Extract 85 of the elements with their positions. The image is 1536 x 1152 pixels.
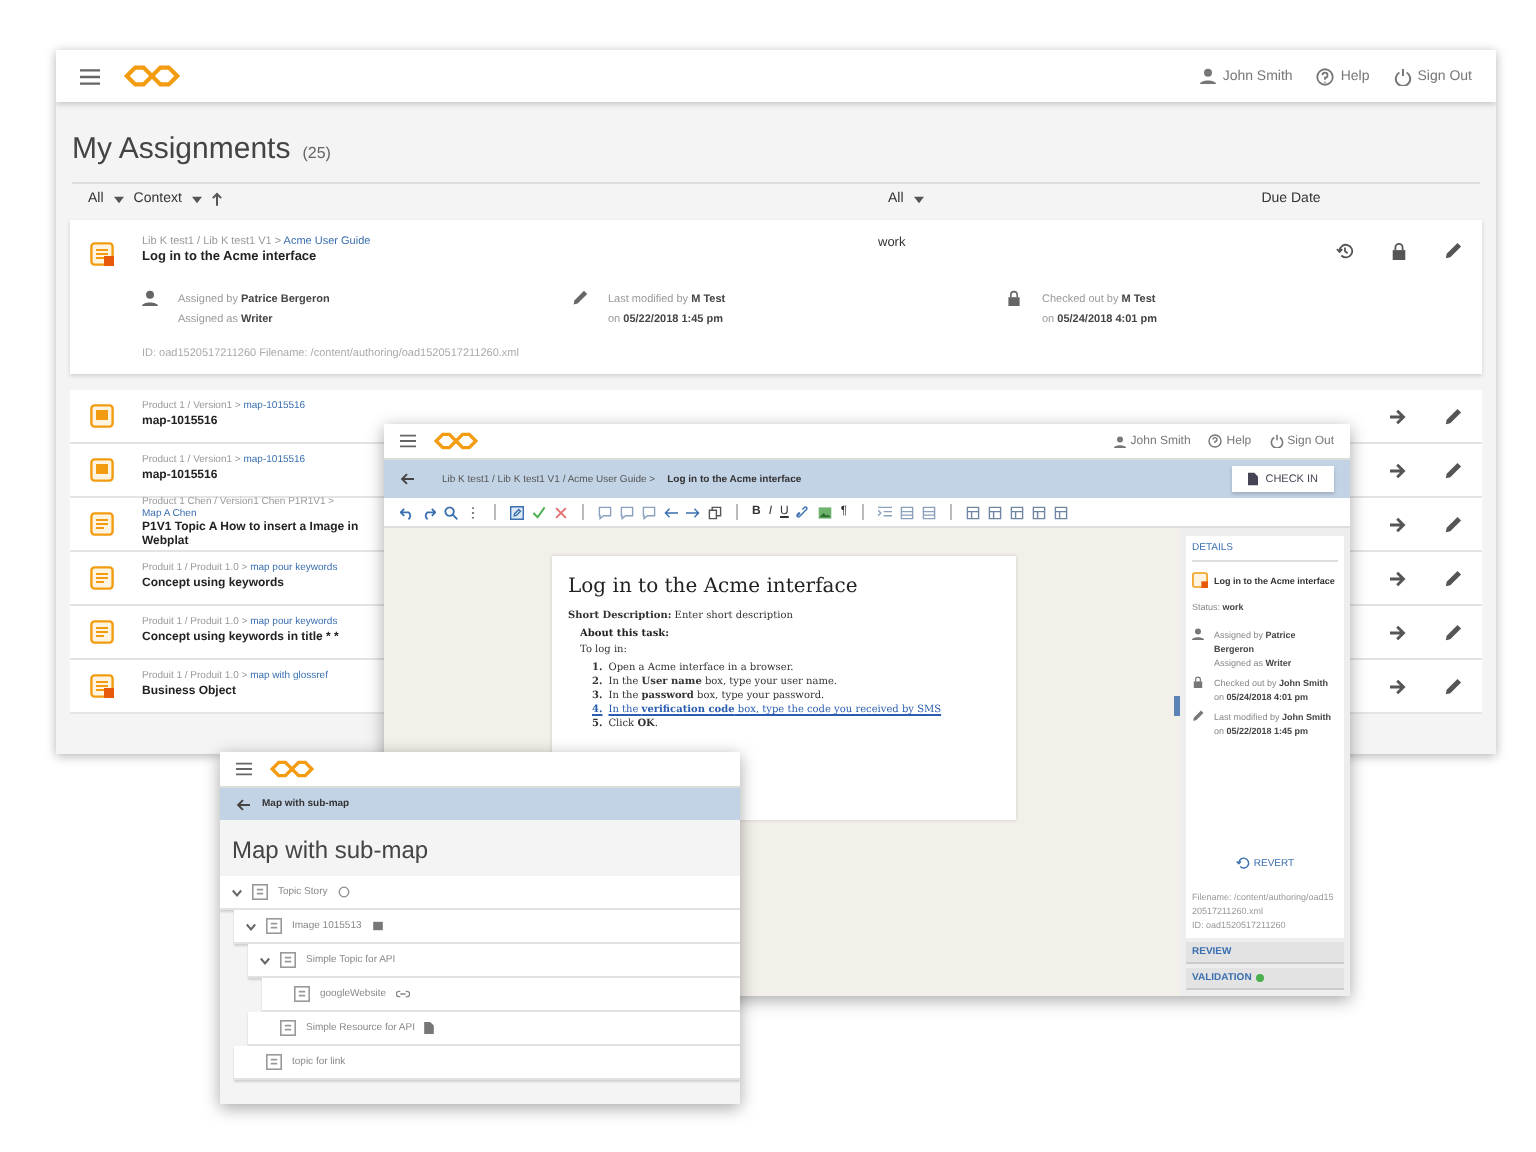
task-document-icon [90,242,114,266]
topic-icon [280,1020,296,1036]
topic-icon [266,1054,282,1070]
edit-icon[interactable] [510,505,524,519]
history-icon[interactable] [1336,242,1354,260]
edit-icon[interactable] [1444,677,1462,695]
pencil-icon [1192,710,1204,722]
topic-document-icon [90,512,114,536]
splitter-handle[interactable] [1174,696,1180,716]
check-icon[interactable] [532,505,546,519]
topic-icon [266,918,282,934]
table-icon[interactable] [987,505,1002,519]
edit-icon[interactable] [1444,569,1462,587]
link-icon[interactable] [796,505,811,519]
lock-icon [1192,676,1204,688]
edit-icon[interactable] [1444,461,1462,479]
document-page[interactable] [552,556,1016,820]
arrow-right-icon[interactable] [1390,515,1408,533]
edit-icon[interactable] [1444,407,1462,425]
person-icon [142,290,158,306]
link-icon [396,990,410,998]
pencil-icon [572,290,588,306]
topic-document-icon [90,620,114,644]
power-icon [1269,434,1284,448]
table-icon[interactable] [1009,505,1024,519]
task-document-icon [90,674,114,698]
caret-icon[interactable] [913,195,924,203]
right-icon[interactable] [686,505,700,519]
caret-icon[interactable] [191,195,202,203]
map-title: Map with sub-map [232,836,431,864]
undo-icon[interactable] [400,505,414,519]
person-icon [1192,628,1204,640]
table-icon[interactable] [1031,505,1046,519]
edit-icon[interactable] [1444,242,1462,260]
arrow-right-icon[interactable] [1390,407,1408,425]
list-icon[interactable] [921,505,936,519]
back-arrow-icon[interactable] [400,472,414,486]
edit-icon[interactable] [1444,515,1462,533]
back-arrow-icon[interactable] [236,797,250,811]
lock-icon [1006,290,1022,306]
person-icon [1200,68,1217,84]
topic-document-icon [90,566,114,590]
help-icon [1316,67,1335,85]
arrow-right-icon[interactable] [1390,677,1408,695]
menu-icon[interactable] [80,67,100,85]
map-document-icon [90,458,114,482]
assignment-count: (25) [302,144,331,162]
chevron-icon[interactable] [246,921,256,931]
map-document-icon [90,404,114,428]
power-icon [1393,67,1412,85]
copy-icon[interactable] [708,505,722,519]
lock-icon[interactable] [1390,242,1408,260]
arrow-right-icon[interactable] [1390,569,1408,587]
redo-icon[interactable] [422,505,436,519]
person-icon [1114,435,1127,447]
sort-ascending-icon[interactable] [211,192,222,206]
arrow-right-icon[interactable] [1390,461,1408,479]
menu-icon[interactable] [400,434,416,448]
topic-icon [280,952,296,968]
table-icon[interactable] [1053,505,1068,519]
table-icon[interactable] [965,505,980,519]
left-icon[interactable] [664,505,678,519]
search-icon[interactable] [444,505,458,519]
menu-icon[interactable] [236,762,252,776]
history-icon [1235,856,1250,870]
caret-icon[interactable] [113,195,124,203]
image-icon [371,920,384,932]
more-icon[interactable] [466,505,480,519]
indent-icon[interactable] [877,505,892,519]
topic-icon [294,986,310,1002]
document-icon [424,1022,435,1034]
list-icon[interactable] [899,505,914,519]
arrow-right-icon[interactable] [1390,623,1408,641]
page-title: My Assignments [72,132,291,166]
cross-icon[interactable] [554,505,568,519]
chevron-icon[interactable] [232,887,242,897]
topic-icon [252,884,268,900]
document-title: Log in to the Acme interface [568,576,860,598]
document-icon [1247,472,1258,486]
image-icon[interactable] [818,505,833,519]
edit-icon[interactable] [1444,623,1462,641]
chevron-icon[interactable] [260,955,270,965]
circle-icon [337,886,350,898]
task-document-icon [1192,572,1208,588]
help-icon [1208,434,1223,448]
